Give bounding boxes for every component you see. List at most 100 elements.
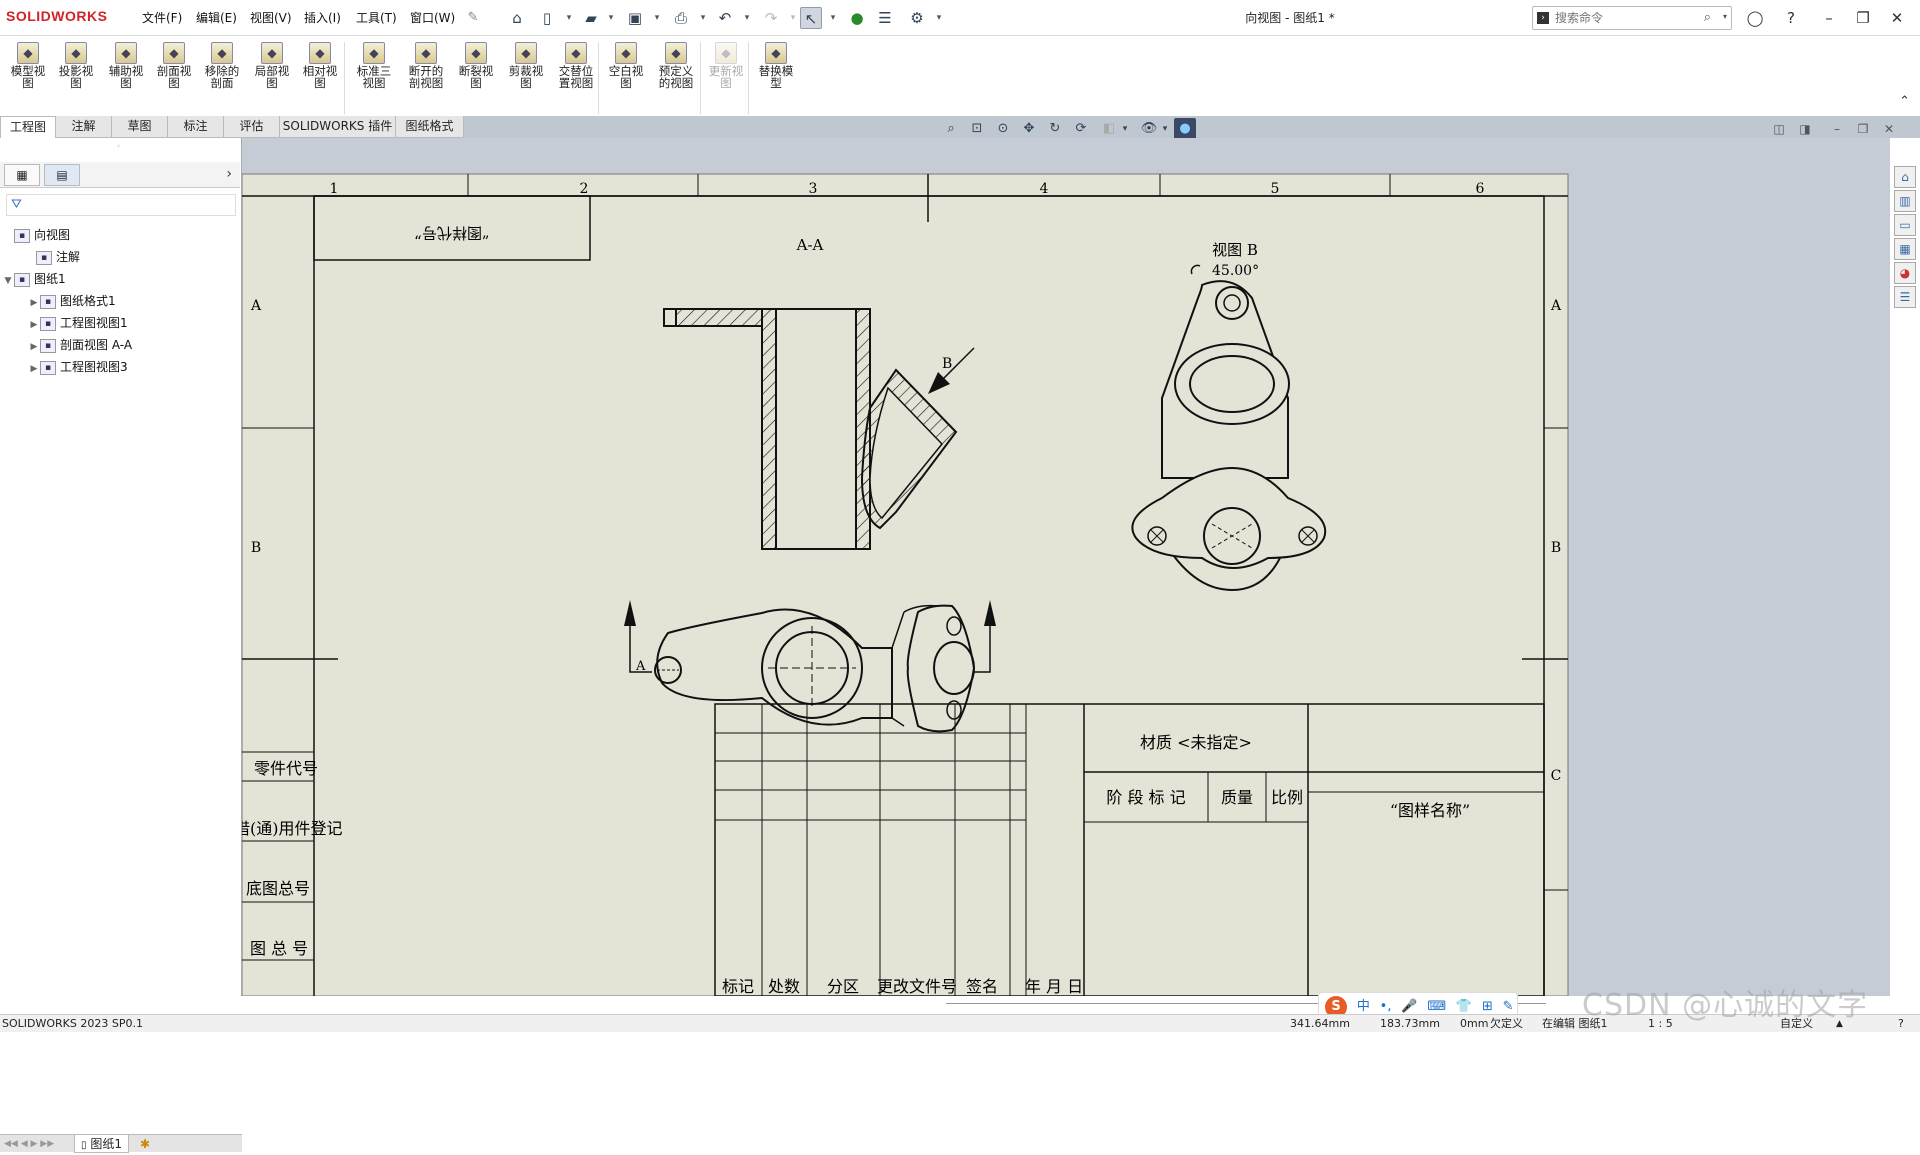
restore-icon[interactable]: ❐ [1850, 6, 1876, 30]
hide-show-dropdown-icon[interactable]: ▾ [1160, 118, 1170, 140]
tab-sketch[interactable]: 草图 [112, 116, 168, 138]
view-tile-left-icon[interactable]: ◫ [1768, 118, 1790, 140]
ribbon-button-alternate-position[interactable]: ◆ 交替位 置视图 [552, 40, 600, 104]
sheet-tab-sheet1[interactable]: ▯ 图纸1 [74, 1135, 129, 1153]
print-dropdown-icon[interactable]: ▾ [698, 7, 708, 29]
redo-dropdown-icon[interactable]: ▾ [788, 7, 798, 29]
hide-show-items-icon[interactable]: 👁 [1138, 118, 1160, 140]
status-help-icon[interactable]: ? [1898, 1015, 1904, 1033]
open-dropdown-icon[interactable]: ▾ [606, 7, 616, 29]
ribbon-button-relative-view[interactable]: ◆ 相对视 图 [296, 40, 344, 104]
view-orientation-dropdown-icon[interactable]: ▾ [1120, 118, 1130, 140]
view-tile-right-icon[interactable]: ◨ [1794, 118, 1816, 140]
sheet-nav-arrows-icon[interactable]: ◀◀ ◀ ▶ ▶▶ [4, 1135, 54, 1153]
rebuild-traffic-light-icon[interactable]: ● [846, 7, 868, 29]
tree-node[interactable]: ▶ ▪ 工程图视图3 [28, 358, 128, 376]
ribbon-button-broken-out-section[interactable]: ◆ 断开的 剖视图 [402, 40, 450, 104]
view-close-icon[interactable]: ✕ [1878, 118, 1900, 140]
pin-icon[interactable]: ✎ [462, 7, 484, 29]
menu-tools[interactable]: 工具(T) [356, 0, 397, 36]
appearance-sphere-icon[interactable]: ● [1174, 118, 1196, 140]
ribbon-button-crop-view[interactable]: ◆ 剪裁视 图 [502, 40, 550, 104]
file-explorer-icon[interactable]: ▭ [1894, 214, 1916, 236]
expand-arrow-icon[interactable]: ▶ [28, 294, 40, 312]
expand-arrow-icon[interactable]: ▶ [28, 316, 40, 334]
expand-arrow-icon[interactable]: ▶ [28, 338, 40, 356]
ribbon-button-predefined-view[interactable]: ◆ 预定义 的视图 [652, 40, 700, 104]
print-icon[interactable]: ⎙ [670, 7, 692, 29]
tab-dimension[interactable]: 标注 [168, 116, 224, 138]
expand-arrow-icon[interactable]: ▶ [28, 360, 40, 378]
search-commands[interactable]: › ⌕ ▾ [1532, 6, 1732, 30]
tree-node[interactable]: ▶ ▪ 剖面视图 A-A [28, 336, 132, 354]
search-scope-icon[interactable]: › [1537, 12, 1549, 24]
ribbon-button-standard-3-view[interactable]: ◆ 标准三 视图 [350, 40, 398, 104]
ribbon-button-removed-section[interactable]: ◆ 移除的 剖面 [198, 40, 246, 104]
pan-icon[interactable]: ✥ [1018, 118, 1040, 140]
view-restore-icon[interactable]: ❐ [1852, 118, 1874, 140]
ribbon-button-detail-view[interactable]: ◆ 局部视 图 [248, 40, 296, 104]
new-dropdown-icon[interactable]: ▾ [564, 7, 574, 29]
tab-annotation[interactable]: 注解 [56, 116, 112, 138]
menu-file[interactable]: 文件(F) [142, 0, 182, 36]
tree-node[interactable]: ▶ ▪ 工程图视图1 [28, 314, 128, 332]
file-properties-icon[interactable]: ☰ [874, 7, 896, 29]
tab-solidworks-addins[interactable]: SOLIDWORKS 插件 [280, 116, 396, 138]
minimize-icon[interactable]: – [1816, 6, 1842, 30]
save-dropdown-icon[interactable]: ▾ [652, 7, 662, 29]
zoom-area-icon[interactable]: ⊡ [966, 118, 988, 140]
ribbon-button-replace-model[interactable]: ◆ 替换模 型 [752, 40, 800, 104]
previous-view-icon[interactable]: ⊙ [992, 118, 1014, 140]
panel-grip[interactable]: ◦ [116, 142, 121, 151]
tree-node[interactable]: ▪ 向视图 [2, 226, 70, 244]
redraw-icon[interactable]: ⟳ [1070, 118, 1092, 140]
add-sheet-icon[interactable]: ✱ [140, 1135, 150, 1153]
filter-icon[interactable]: ⛛ [11, 197, 22, 212]
rotate-icon[interactable]: ↻ [1044, 118, 1066, 140]
select-dropdown-icon[interactable]: ▾ [828, 7, 838, 29]
ribbon-button-update-view[interactable]: ◆ 更新视 图 [702, 40, 750, 104]
zoom-to-fit-icon[interactable]: ⌕ [940, 118, 962, 140]
search-dropdown-icon[interactable]: ▾ [1723, 12, 1727, 21]
search-input[interactable] [1555, 9, 1705, 27]
tree-node[interactable]: ▶ ▪ 图纸格式1 [28, 292, 116, 310]
tab-drawing[interactable]: 工程图 [0, 116, 56, 138]
open-folder-icon[interactable]: ▰ [580, 7, 602, 29]
ribbon-button-section-view[interactable]: ◆ 剖面视 图 [150, 40, 198, 104]
select-pointer-icon[interactable]: ↖ [800, 7, 822, 29]
ribbon-button-model-view[interactable]: ◆ 模型视 图 [4, 40, 52, 104]
ribbon-button-break-view[interactable]: ◆ 断裂视 图 [452, 40, 500, 104]
view-palette-icon[interactable]: ▦ [1894, 238, 1916, 260]
search-icon[interactable]: ⌕ [1704, 10, 1711, 25]
ribbon-button-empty-view[interactable]: ◆ 空白视 图 [602, 40, 650, 104]
redo-icon[interactable]: ↷ [760, 7, 782, 29]
user-account-icon[interactable]: ◯ [1742, 6, 1768, 30]
ribbon-button-projected-view[interactable]: ◆ 投影视 图 [52, 40, 100, 104]
ribbon-button-auxiliary-view[interactable]: ◆ 辅助视 图 [102, 40, 150, 104]
menu-insert[interactable]: 插入(I) [304, 0, 341, 36]
undo-icon[interactable]: ↶ [714, 7, 736, 29]
feature-manager-tab-icon[interactable]: ▦ [4, 164, 40, 186]
menu-window[interactable]: 窗口(W) [410, 0, 455, 36]
menu-edit[interactable]: 编辑(E) [196, 0, 237, 36]
close-icon[interactable]: ✕ [1884, 6, 1910, 30]
save-icon[interactable]: ▣ [624, 7, 646, 29]
design-library-icon[interactable]: ▥ [1894, 190, 1916, 212]
solidworks-resources-icon[interactable]: ⌂ [1894, 166, 1916, 188]
new-document-icon[interactable]: ▯ [536, 7, 558, 29]
tab-evaluate[interactable]: 评估 [224, 116, 280, 138]
tab-sheet-format[interactable]: 图纸格式 [396, 116, 464, 138]
options-dropdown-icon[interactable]: ▾ [934, 7, 944, 29]
help-icon[interactable]: ? [1778, 6, 1804, 30]
panel-expand-arrow-icon[interactable]: › [226, 166, 232, 182]
options-gear-icon[interactable]: ⚙ [906, 7, 928, 29]
property-manager-tab-icon[interactable]: ▤ [44, 164, 80, 186]
view-orientation-icon[interactable]: ◧ [1098, 118, 1120, 140]
graphics-area[interactable]: 1 2 3 4 5 6 A B C A B 零件代号 借(通)用件登记 底图总号… [242, 138, 1890, 996]
undo-dropdown-icon[interactable]: ▾ [742, 7, 752, 29]
custom-properties-icon[interactable]: ☰ [1894, 286, 1916, 308]
collapse-arrow-icon[interactable]: ▼ [2, 272, 14, 290]
tree-filter[interactable]: ⛛ [6, 194, 236, 216]
tree-node[interactable]: ▼ ▪ 图纸1 [2, 270, 66, 288]
tree-node[interactable]: ▪ 注解 [24, 248, 80, 266]
